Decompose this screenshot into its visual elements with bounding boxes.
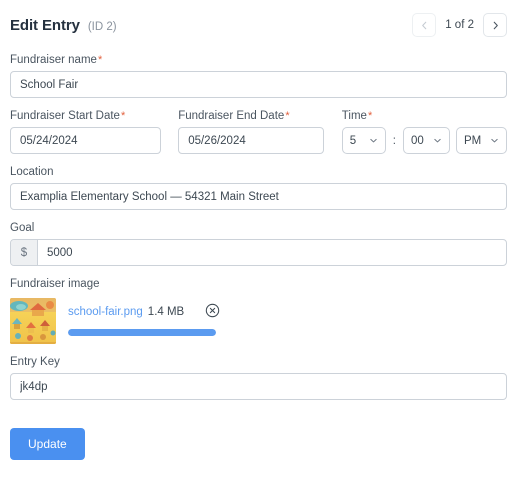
end-date-field: Fundraiser End Date* bbox=[178, 110, 324, 154]
chevron-left-icon bbox=[420, 21, 429, 30]
page-title: Edit Entry bbox=[10, 16, 80, 34]
end-date-label: Fundraiser End Date* bbox=[178, 110, 324, 122]
location-field: Location bbox=[10, 166, 507, 210]
chevron-down-icon bbox=[433, 132, 442, 150]
pagination-label: 1 of 2 bbox=[445, 19, 474, 31]
goal-input-group: $ bbox=[10, 239, 507, 266]
required-marker: * bbox=[285, 110, 290, 122]
required-marker: * bbox=[120, 110, 126, 122]
entry-key-label: Entry Key bbox=[10, 356, 60, 368]
fundraiser-name-field: Fundraiser name* bbox=[10, 54, 507, 98]
pagination: 1 of 2 bbox=[412, 13, 507, 37]
time-hour-value: 5 bbox=[349, 134, 357, 147]
start-date-label: Fundraiser Start Date* bbox=[10, 110, 161, 122]
start-date-field: Fundraiser Start Date* bbox=[10, 110, 162, 154]
uploaded-file-link[interactable]: school-fair.png bbox=[68, 306, 143, 318]
file-meta-row: school-fair.png 1.4 MB bbox=[68, 303, 507, 321]
fundraiser-name-input[interactable] bbox=[10, 71, 507, 98]
remove-file-button[interactable] bbox=[204, 303, 220, 321]
start-date-input[interactable] bbox=[10, 127, 162, 154]
currency-symbol: $ bbox=[11, 240, 38, 265]
location-input[interactable] bbox=[10, 183, 507, 210]
date-time-row: Fundraiser Start Date* Fundraiser End Da… bbox=[10, 110, 507, 154]
uploaded-file-size: 1.4 MB bbox=[147, 306, 185, 318]
upload-progress-fill bbox=[68, 329, 216, 336]
page-header: Edit Entry (ID 2) 1 of 2 bbox=[10, 0, 507, 42]
time-separator: : bbox=[392, 134, 396, 147]
time-hour-select[interactable]: 5 bbox=[341, 127, 386, 154]
uploaded-file-details: school-fair.png 1.4 MB bbox=[68, 298, 507, 336]
entry-id-label: (ID 2) bbox=[87, 20, 117, 33]
form-actions: Update bbox=[10, 428, 507, 460]
entry-key-input[interactable] bbox=[10, 373, 507, 400]
fundraiser-image-label: Fundraiser image bbox=[10, 278, 100, 290]
goal-field: Goal $ bbox=[10, 222, 507, 266]
end-date-input[interactable] bbox=[178, 127, 324, 154]
upload-progress-bar bbox=[68, 329, 216, 336]
chevron-down-icon bbox=[369, 132, 378, 150]
close-circle-icon bbox=[205, 303, 220, 321]
time-field: Time* 5 : 00 PM bbox=[341, 110, 507, 154]
location-label: Location bbox=[10, 166, 54, 178]
chevron-down-icon bbox=[490, 132, 499, 150]
fundraiser-image-field: Fundraiser image school-fair.png 1.4 MB bbox=[10, 278, 507, 344]
chevron-right-icon bbox=[491, 21, 500, 30]
required-marker: * bbox=[367, 110, 373, 122]
time-label: Time* bbox=[342, 110, 507, 122]
prev-entry-button[interactable] bbox=[412, 13, 437, 37]
goal-input[interactable] bbox=[38, 240, 506, 265]
update-button[interactable]: Update bbox=[10, 428, 85, 460]
fundraiser-name-label: Fundraiser name* bbox=[10, 54, 507, 66]
time-label-text: Time bbox=[341, 110, 367, 122]
edit-entry-form-page: Edit Entry (ID 2) 1 of 2 Fundraiser name… bbox=[0, 0, 517, 500]
time-meridiem-select[interactable]: PM bbox=[456, 127, 507, 154]
entry-key-field: Entry Key bbox=[10, 356, 507, 400]
start-date-label-text: Fundraiser Start Date bbox=[10, 110, 120, 122]
time-minute-select[interactable]: 00 bbox=[403, 127, 450, 154]
next-entry-button[interactable] bbox=[483, 13, 507, 37]
goal-label: Goal bbox=[10, 222, 35, 234]
end-date-label-text: Fundraiser End Date bbox=[178, 110, 285, 122]
fundraiser-name-label-text: Fundraiser name bbox=[10, 54, 97, 66]
required-marker: * bbox=[97, 54, 103, 66]
time-minute-value: 00 bbox=[411, 134, 424, 147]
time-selects: 5 : 00 PM bbox=[341, 127, 507, 154]
time-meridiem-value: PM bbox=[464, 134, 482, 147]
fundraiser-image-thumbnail bbox=[10, 298, 56, 344]
uploaded-file-row: school-fair.png 1.4 MB bbox=[10, 298, 507, 344]
title-group: Edit Entry (ID 2) bbox=[10, 17, 117, 34]
